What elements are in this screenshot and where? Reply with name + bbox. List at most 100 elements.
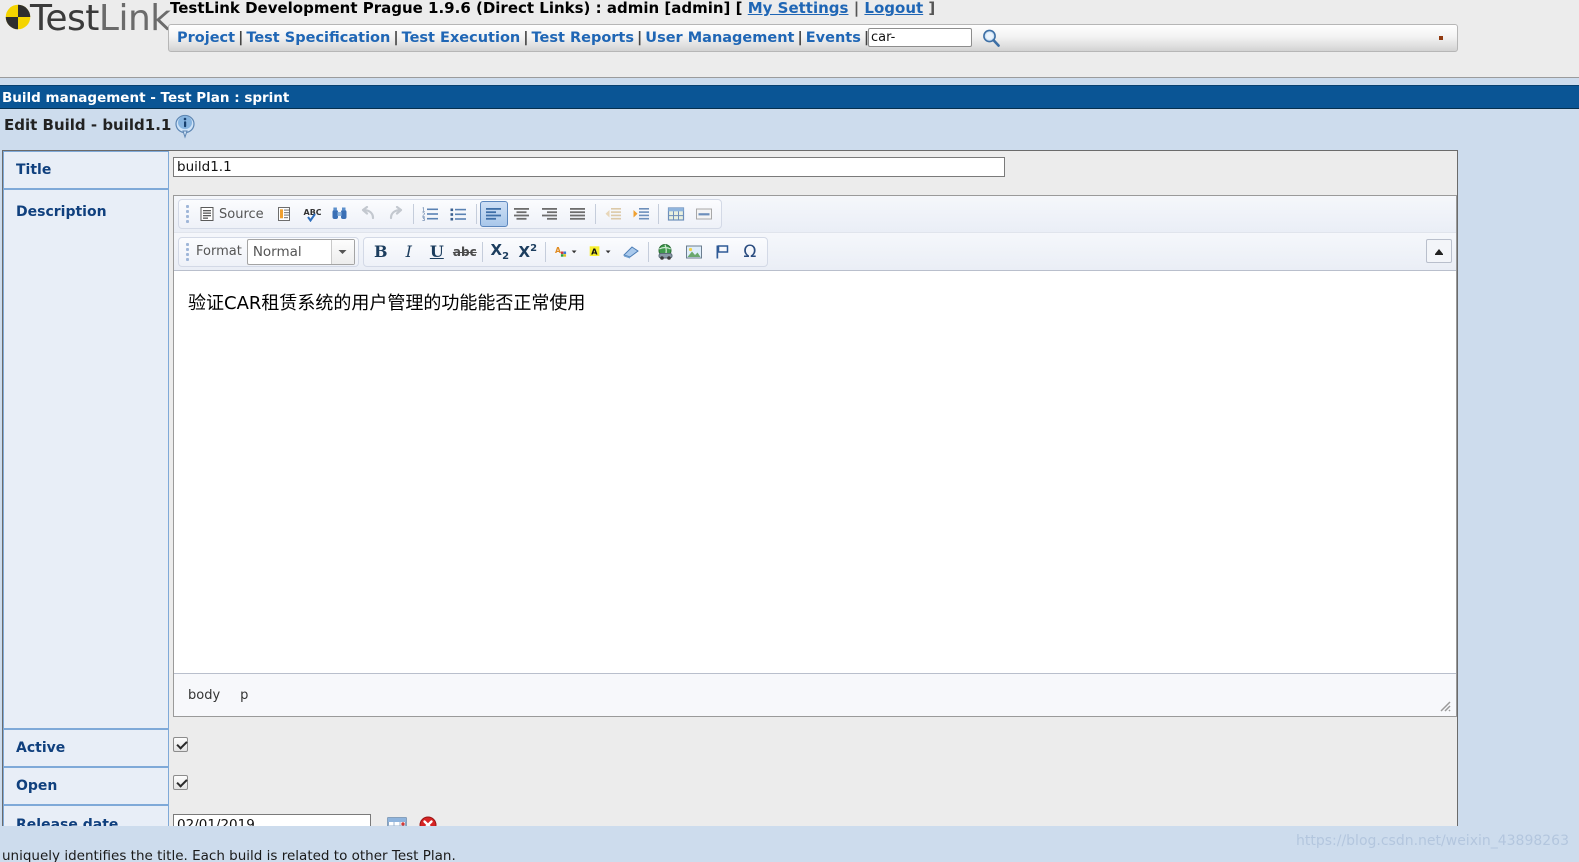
image-icon[interactable]: [680, 239, 708, 265]
header-title-bar: TestLink Development Prague 1.9.6 (Direc…: [170, 0, 935, 17]
flag-glyph: [716, 244, 729, 258]
label-title: Title: [3, 151, 169, 189]
horizontal-rule-icon[interactable]: [690, 201, 718, 227]
align-right-icon[interactable]: [536, 201, 564, 227]
special-character-icon[interactable]: Ω: [736, 239, 764, 265]
label-description: Description: [3, 189, 169, 729]
field-active: [169, 729, 1457, 767]
element-path-body[interactable]: body: [188, 688, 220, 703]
svg-text:ABC: ABC: [303, 208, 321, 217]
table-icon[interactable]: [662, 201, 690, 227]
collapse-toolbar-button[interactable]: [1426, 239, 1452, 263]
element-path-p[interactable]: p: [240, 688, 248, 703]
indent-icon[interactable]: [627, 201, 655, 227]
nav-item-test-execution[interactable]: Test Execution: [402, 30, 521, 46]
section-title-text: Build management - Test Plan : sprint: [2, 90, 290, 106]
logout-link[interactable]: Logout: [864, 0, 923, 17]
text-color-glyph: A: [555, 246, 566, 257]
undo-icon[interactable]: [354, 201, 382, 227]
bulleted-list-glyph: [450, 208, 467, 221]
numbered-list-glyph: 1 2 3: [422, 208, 439, 222]
search-input[interactable]: [868, 28, 972, 47]
bold-icon[interactable]: B: [367, 239, 395, 265]
bulleted-list-icon[interactable]: [445, 201, 473, 227]
rich-text-editor: Source ABC 1 2 3 Format Normal B I U abc…: [173, 195, 1457, 717]
header-title-text: TestLink Development Prague 1.9.6 (Direc…: [170, 0, 743, 17]
active-checkbox[interactable]: [173, 737, 188, 752]
testlink-logo-icon: [5, 4, 31, 30]
nav-links: Project | Test Specification | Test Executio…: [177, 30, 872, 46]
nav-sep-4: |: [637, 30, 643, 46]
text-color-dropdown-arrow-icon[interactable]: [571, 247, 577, 256]
underline-icon[interactable]: U: [423, 239, 451, 265]
toolbar-separator-4: [657, 204, 659, 224]
top-banner: TestLink TestLink Development Prague 1.9…: [0, 0, 1579, 78]
collapse-toolbar-icon: [1435, 249, 1443, 255]
italic-icon[interactable]: I: [395, 239, 423, 265]
toolbar-separator-7: [647, 241, 649, 262]
my-settings-link[interactable]: My Settings: [748, 0, 849, 17]
nav-item-project[interactable]: Project: [177, 30, 235, 46]
toolbar-grip-icon-2[interactable]: [183, 241, 191, 263]
page-title: Edit Build - build1.1: [4, 116, 172, 134]
format-select[interactable]: Normal: [246, 238, 355, 265]
title-input[interactable]: [173, 157, 1005, 177]
align-center-icon[interactable]: [508, 201, 536, 227]
strikethrough-icon[interactable]: abc: [451, 239, 479, 265]
nav-item-events[interactable]: Events: [806, 30, 861, 46]
info-icon[interactable]: [172, 113, 198, 139]
link-icon[interactable]: [652, 239, 680, 265]
build-form-table: Title Description: [2, 150, 1458, 845]
nav-sep-5: |: [797, 30, 803, 46]
testlink-logo-text: TestLink: [30, 0, 171, 39]
editor-content-text: 验证CAR租赁系统的用户管理的功能能否正常使用: [188, 293, 586, 314]
editor-content-area[interactable]: 验证CAR租赁系统的用户管理的功能能否正常使用: [174, 270, 1456, 674]
toolbar-grip-icon[interactable]: [183, 203, 191, 225]
nav-item-user-management[interactable]: User Management: [645, 30, 794, 46]
nav-item-test-reports[interactable]: Test Reports: [532, 30, 634, 46]
spellcheck-icon[interactable]: ABC: [298, 201, 326, 227]
table-glyph: [667, 207, 684, 221]
anchor-flag-icon[interactable]: [708, 239, 736, 265]
search-icon[interactable]: [981, 28, 1001, 48]
align-right-glyph: [542, 208, 558, 220]
background-color-dropdown-arrow-icon[interactable]: [605, 247, 611, 256]
open-checkbox[interactable]: [173, 775, 188, 790]
page-header: Edit Build - build1.1: [0, 112, 1460, 144]
spellcheck-glyph: ABC: [303, 208, 321, 222]
svg-text:A: A: [591, 247, 598, 257]
field-description: Source ABC 1 2 3 Format Normal B I U abc…: [169, 189, 1457, 729]
toolbar-separator-5: [481, 241, 483, 262]
subscript-glyph: X2: [490, 241, 510, 262]
remove-format-icon[interactable]: [617, 239, 645, 265]
background-color-icon[interactable]: A: [583, 239, 617, 265]
redo-icon[interactable]: [382, 201, 410, 227]
binoculars-glyph: [332, 207, 347, 219]
underline-glyph: U: [429, 242, 444, 261]
italic-glyph: I: [405, 242, 412, 261]
superscript-icon[interactable]: X2: [514, 239, 542, 265]
numbered-list-icon[interactable]: 1 2 3: [417, 201, 445, 227]
undo-arrow-glyph: [361, 206, 374, 220]
templates-icon[interactable]: [270, 201, 298, 227]
resize-grip-icon[interactable]: [1437, 698, 1451, 712]
source-button-label: Source: [219, 206, 264, 222]
label-open: Open: [3, 767, 169, 805]
background-color-glyph: A: [589, 246, 600, 257]
indent-glyph: [633, 208, 649, 220]
eraser-glyph: [623, 246, 640, 259]
footer-note: uniquely identifies the title. Each buil…: [2, 848, 456, 862]
find-replace-icon[interactable]: [326, 201, 354, 227]
editor-toolgroup-2: Format Normal: [178, 236, 359, 267]
text-color-icon[interactable]: A: [549, 239, 583, 265]
source-button[interactable]: Source: [193, 201, 270, 227]
align-left-icon[interactable]: [479, 201, 508, 227]
svg-text:3: 3: [422, 217, 425, 222]
outdent-icon[interactable]: [599, 201, 627, 227]
chevron-down-glyph: [338, 249, 347, 254]
align-justify-icon[interactable]: [564, 201, 592, 227]
subscript-icon[interactable]: X2: [486, 239, 514, 265]
nav-item-test-specification[interactable]: Test Specification: [246, 30, 390, 46]
testlink-logo[interactable]: TestLink: [0, 0, 171, 56]
chevron-down-icon[interactable]: [330, 239, 354, 264]
